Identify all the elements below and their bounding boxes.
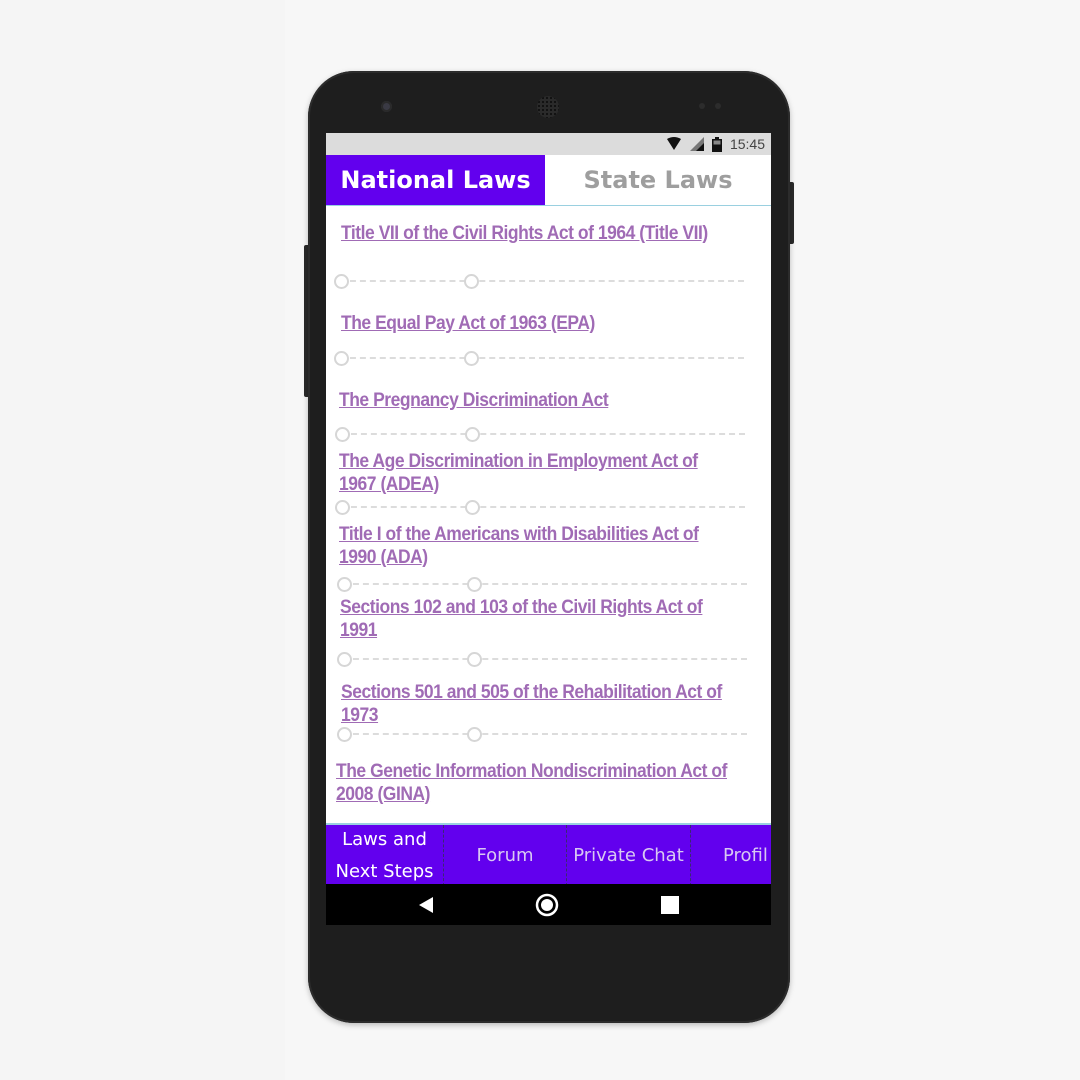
- nav-private-chat[interactable]: Private Chat: [567, 825, 691, 886]
- law-link-civil-rights-act-1991[interactable]: Sections 102 and 103 of the Civil Rights…: [340, 596, 722, 642]
- bottom-navigation: Laws and Next Steps Forum Private Chat P…: [326, 823, 771, 886]
- law-link-gina[interactable]: The Genetic Information Nondiscriminatio…: [336, 760, 727, 806]
- law-link-equal-pay-act[interactable]: The Equal Pay Act of 1963 (EPA): [341, 312, 723, 335]
- nav-laws-next-steps[interactable]: Laws and Next Steps: [326, 825, 444, 886]
- recents-icon[interactable]: [650, 884, 690, 925]
- nav-laws-line1: Laws and: [342, 828, 427, 850]
- slider-divider[interactable]: [335, 500, 745, 515]
- law-link-rehabilitation-act[interactable]: Sections 501 and 505 of the Rehabilitati…: [341, 681, 723, 727]
- law-link-adea[interactable]: The Age Discrimination in Employment Act…: [339, 450, 721, 496]
- sensor: [699, 103, 705, 109]
- android-navigation-bar: [326, 884, 771, 925]
- law-tabs: National Laws State Laws: [326, 155, 771, 206]
- status-time: 15:45: [729, 136, 765, 152]
- status-bar: 15:45: [326, 133, 771, 155]
- tab-state-laws[interactable]: State Laws: [545, 155, 771, 205]
- slider-divider[interactable]: [334, 274, 744, 289]
- slider-divider[interactable]: [337, 577, 747, 592]
- law-list: Title VII of the Civil Rights Act of 196…: [326, 206, 771, 823]
- slider-divider[interactable]: [334, 351, 744, 366]
- law-link-title-vii[interactable]: Title VII of the Civil Rights Act of 196…: [341, 222, 723, 245]
- battery-icon: [711, 136, 722, 152]
- slider-divider[interactable]: [335, 427, 745, 442]
- speaker-grille: [537, 96, 559, 118]
- tab-national-laws[interactable]: National Laws: [326, 155, 545, 205]
- front-camera-icon: [381, 101, 392, 112]
- nav-laws-line2: Next Steps: [335, 860, 434, 882]
- home-icon[interactable]: [527, 884, 567, 925]
- back-icon[interactable]: [406, 884, 446, 925]
- page-background: [0, 0, 285, 1080]
- app-screen: 15:45 National Laws State Laws Title VII…: [326, 133, 771, 925]
- nav-forum[interactable]: Forum: [444, 825, 567, 886]
- signal-icon: [689, 137, 704, 151]
- slider-divider[interactable]: [337, 652, 747, 667]
- law-link-ada[interactable]: Title I of the Americans with Disabiliti…: [339, 523, 721, 569]
- nav-profile[interactable]: Profil: [691, 825, 771, 886]
- law-link-pregnancy-discrimination-act[interactable]: The Pregnancy Discrimination Act: [339, 389, 721, 412]
- wifi-icon: [666, 137, 681, 150]
- slider-divider[interactable]: [337, 727, 747, 742]
- sensor: [715, 103, 721, 109]
